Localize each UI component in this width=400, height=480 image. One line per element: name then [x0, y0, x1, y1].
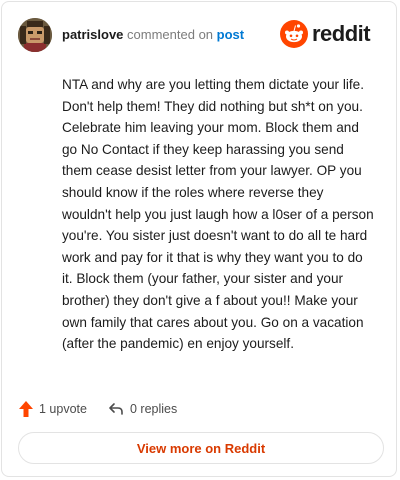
reddit-wordmark: reddit	[312, 21, 371, 46]
replies-count: 0 replies	[130, 402, 178, 416]
replies-button[interactable]: 0 replies	[108, 398, 177, 420]
comment-header: patrislove commented on post reddit	[18, 16, 380, 56]
avatar[interactable]	[18, 18, 52, 52]
commented-on-text: commented on	[127, 27, 214, 42]
comment-attribution: patrislove commented on post	[62, 27, 244, 42]
embedded-comment-card: patrislove commented on post reddit NTA …	[1, 1, 397, 477]
username-link[interactable]: patrislove	[62, 27, 123, 42]
reddit-logo[interactable]: reddit	[280, 20, 380, 48]
post-link[interactable]: post	[217, 27, 244, 42]
avatar-image-icon	[18, 18, 52, 52]
comment-body: NTA and why are you letting them dictate…	[62, 77, 374, 352]
view-more-on-reddit-button[interactable]: View more on Reddit	[18, 432, 384, 464]
reddit-snoo-icon	[280, 20, 308, 48]
upvote-button[interactable]: 1 upvote	[18, 398, 87, 420]
upvote-arrow-icon	[19, 401, 33, 417]
upvote-count: 1 upvote	[39, 402, 87, 416]
reply-arrow-icon	[109, 403, 123, 415]
